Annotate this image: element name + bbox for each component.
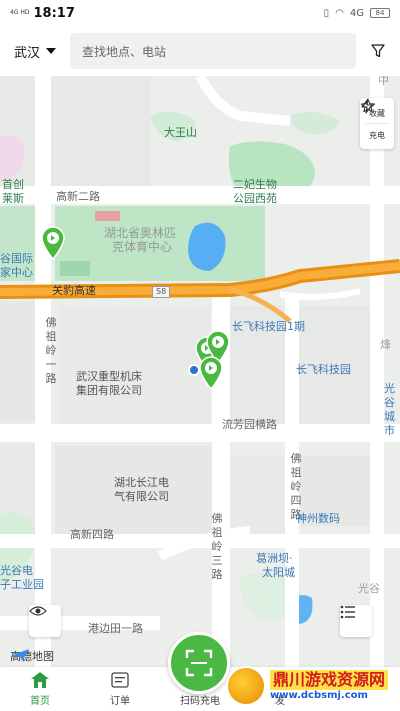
status-time: 18:17 [33,5,75,21]
map-label: 光谷 [384,382,395,409]
nav-orders-label: 订单 [110,696,130,707]
battery-icon: 84 [370,8,390,18]
map-side-panel: 收藏 充电 [360,98,394,149]
wifi-icon: ◠ [335,7,344,19]
watermark: 鼎川游戏资源网 www.dcbsmj.com [226,660,400,711]
map-label: 佛祖岭三路 [211,512,223,581]
map-label: 集团有限公司 [76,384,142,397]
map-label: 公园西苑 [233,192,277,205]
locate-button[interactable] [29,605,61,637]
current-location-marker [188,364,200,376]
orders-icon [111,672,129,688]
amap-logo: 高德地图 [10,648,54,664]
watermark-url: www.dcbsmj.com [270,690,368,701]
map-label: 流芳园横路 [222,418,277,431]
map-label: 太阳城 [262,566,295,579]
map-label: 子工业园 [0,578,44,591]
highway-shield: S8 [152,286,171,298]
map-label: 光谷 [358,582,380,595]
watermark-title: 鼎川游戏资源网 [270,670,389,690]
map-label: 二妃生物 [233,178,277,191]
map-label: 湖北长江电 [114,476,169,489]
nav-home-label: 首页 [30,696,50,707]
scan-icon [185,649,213,677]
map-label: 武汉重型机床 [76,370,142,383]
status-bar: 4G HD 18:17 ▯ ◠ 4G 84 [0,0,400,26]
city-label: 武汉 [14,45,41,61]
vibrate-icon: ▯ [323,7,330,19]
caret-down-icon [46,48,57,54]
list-view-button[interactable] [340,605,372,637]
map-label: 湖北省奥林匹 [104,226,177,240]
map-label: 佛祖岭一路 [45,316,57,385]
map-label: 长飞科技园1期 [232,320,305,333]
map-label: 家中心 [0,266,33,279]
charge-label: 充电 [369,131,385,140]
watermark-logo-icon [226,665,266,706]
map-label: 关豹高速 [52,284,96,297]
search-placeholder: 查找地点、电站 [82,44,167,59]
nav-home[interactable]: 首页 [0,670,80,707]
map-label: 谷国际 [0,252,33,265]
top-bar: 武汉 查找地点、电站 [0,26,400,76]
map-label: 中 [378,76,389,87]
pin-icon [199,356,223,390]
amap-logo-icon [11,649,29,661]
map-label: 大王山 [164,126,197,139]
lightning-icon [361,98,373,114]
nav-orders[interactable]: 订单 [80,670,160,707]
map-label: 气有限公司 [114,490,169,503]
scan-charge-button[interactable] [168,632,230,694]
map-label: 神州数码 [296,512,340,525]
eye-icon [29,606,47,616]
pin-icon [41,226,65,260]
map-label: 长飞科技园 [296,363,351,376]
map-label: 港边田一路 [88,622,143,635]
filter-icon [371,44,385,58]
map-label: 克体育中心 [112,240,173,254]
network-indicator: 4G HD [10,9,30,16]
charge-button[interactable]: 充电 [361,98,385,145]
nav-scan-label: 扫码充电 [180,696,220,707]
home-icon [31,672,49,688]
map-label: 莱斯 [2,192,24,205]
map-label: 光谷电 [0,564,33,577]
map-label: 首创 [2,178,24,191]
right-network: 4G [349,7,364,19]
list-icon [340,605,355,619]
search-input[interactable]: 查找地点、电站 [70,33,356,69]
filter-button[interactable] [366,39,390,63]
city-selector[interactable]: 武汉 [14,42,70,61]
map-label: 城市 [384,410,395,437]
map-view[interactable]: 大王山 首创 莱斯 高新二路 二妃生物 公园西苑 湖北省奥林匹 克体育中心 谷国… [0,76,400,667]
map-label: 高新四路 [70,528,114,541]
map-label: 高新二路 [56,190,100,203]
map-label: 葛洲坝· [256,552,293,565]
map-label: 烽 [380,338,391,351]
